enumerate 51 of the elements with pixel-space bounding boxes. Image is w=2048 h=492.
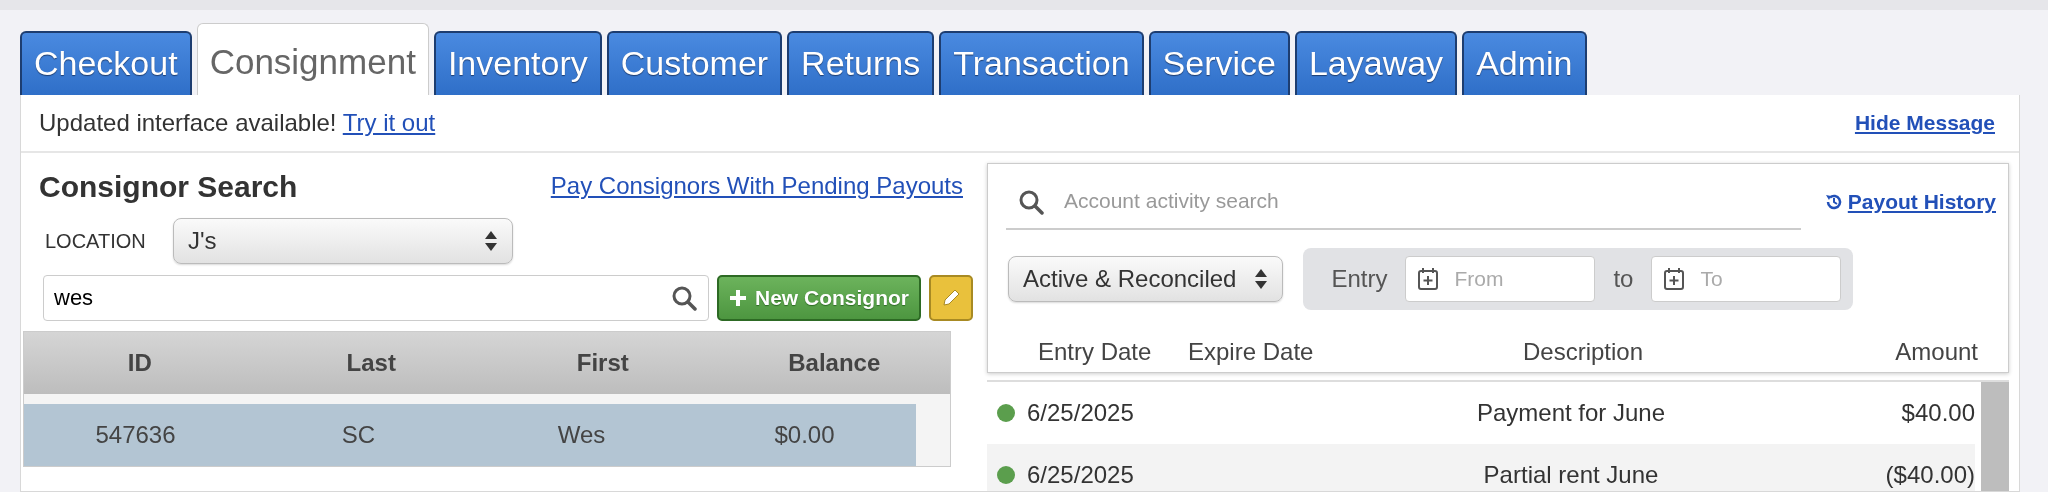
status-filter-select[interactable]: Active & Reconciled (1008, 256, 1284, 302)
to-label: to (1613, 264, 1634, 294)
column-header: Amount (1894, 337, 1978, 367)
consignor-search-field[interactable]: wes (43, 275, 709, 321)
column-header: Expire Date (1188, 337, 1315, 367)
update-message: Updated interface available! Try it out (39, 108, 436, 138)
column-header: Description (1521, 337, 1644, 367)
payout-history-link[interactable]: Payout History (1823, 186, 1996, 218)
tab[interactable]: Layaway (1294, 31, 1458, 95)
table-cell-text: Wes (556, 420, 607, 450)
tab[interactable]: Transaction (939, 31, 1144, 95)
table-cell-text: 6/25/2025 (1027, 460, 1135, 490)
column-header: Last (345, 348, 397, 378)
table-cell-text: Partial rent June (1482, 460, 1660, 490)
column-header: First (575, 348, 630, 378)
table-cell-text: $40.00 (1900, 398, 1975, 428)
entry-label: Entry (1331, 264, 1388, 294)
plus-icon (729, 289, 747, 307)
table-cell-text: 547636 (94, 420, 177, 450)
tab[interactable]: Admin (1462, 31, 1587, 95)
to-date-field[interactable]: To (1651, 256, 1842, 302)
select-arrows-icon (484, 229, 498, 253)
column-header: ID (126, 348, 153, 378)
table-cell-text: SC (340, 420, 377, 450)
scrollbar[interactable] (1981, 382, 2009, 491)
tab[interactable]: Customer (606, 31, 783, 95)
table-cell-text: ($40.00) (1884, 460, 1975, 490)
table-row[interactable]: 547636 SC Wes $0.00 (24, 404, 916, 466)
location-label: LOCATION (44, 229, 147, 254)
edit-button[interactable] (929, 275, 973, 321)
select-arrows-icon (1254, 267, 1269, 291)
hide-message-link[interactable]: Hide Message (1854, 107, 1995, 139)
table-cell-text: 6/25/2025 (1027, 398, 1135, 428)
try-it-out-link[interactable]: Try it out (342, 109, 436, 136)
history-icon (1823, 192, 1844, 212)
tab[interactable]: Checkout (20, 31, 192, 95)
from-date-field[interactable]: From (1405, 256, 1596, 302)
pencil-icon (940, 287, 962, 309)
tab[interactable]: Returns (787, 31, 935, 95)
search-icon (671, 285, 697, 311)
column-header: Entry Date (1038, 337, 1153, 367)
table-cell-text: $0.00 (773, 420, 836, 450)
new-consignor-button[interactable]: New Consignor (717, 275, 921, 321)
tab[interactable]: Inventory (433, 31, 602, 95)
column-header: Balance (787, 348, 882, 378)
section-title: Consignor Search (39, 168, 298, 205)
table-cell-text: Payment for June (1475, 398, 1667, 428)
pay-consignors-link[interactable]: Pay Consignors With Pending Payouts (550, 168, 963, 204)
location-select[interactable]: J's (173, 218, 513, 264)
tab[interactable]: Service (1148, 31, 1290, 95)
tab[interactable]: Consignment (196, 23, 429, 95)
